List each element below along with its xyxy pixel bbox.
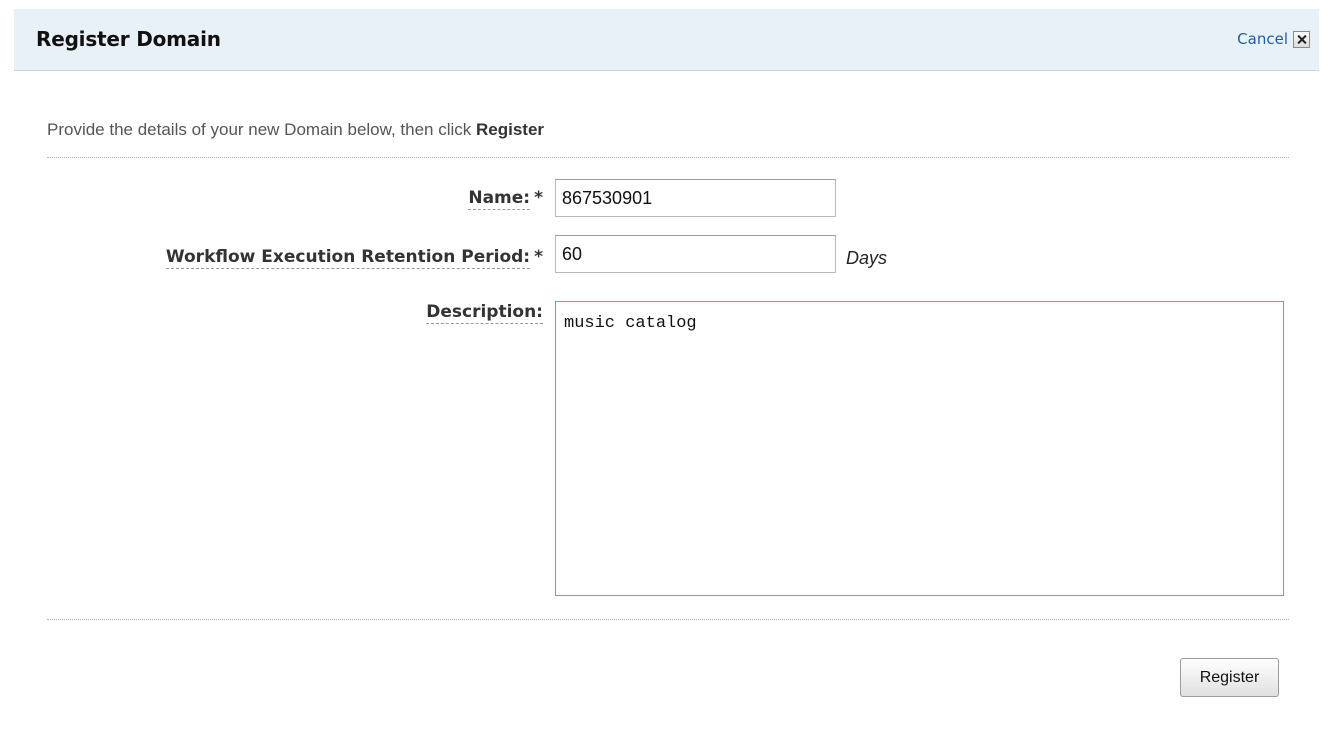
top-divider: [47, 157, 1289, 158]
description-textarea[interactable]: music catalog: [555, 301, 1284, 596]
register-domain-dialog: Register Domain Cancel Provide the detai…: [0, 0, 1333, 732]
instructions-prefix: Provide the details of your new Domain b…: [47, 120, 477, 139]
retention-label: Workflow Execution Retention Period: *: [165, 247, 543, 269]
instructions-text: Provide the details of your new Domain b…: [47, 120, 544, 140]
retention-required-mark: *: [534, 247, 543, 267]
name-label: Name: *: [468, 188, 543, 210]
dialog-header: Register Domain Cancel: [14, 9, 1319, 71]
retention-input[interactable]: 60: [555, 235, 836, 273]
close-icon[interactable]: [1293, 30, 1310, 48]
bottom-divider: [47, 619, 1289, 620]
name-input[interactable]: 867530901: [555, 179, 836, 217]
description-label: Description:: [426, 302, 543, 324]
name-label-text: Name:: [468, 188, 531, 210]
register-button[interactable]: Register: [1180, 658, 1279, 697]
dialog-title: Register Domain: [36, 27, 221, 51]
cancel-link[interactable]: Cancel: [1237, 30, 1288, 48]
retention-unit-label: Days: [846, 248, 888, 268]
cancel-control: Cancel: [1237, 30, 1310, 48]
name-required-mark: *: [534, 188, 543, 208]
instructions-action: Register: [476, 120, 545, 139]
description-label-text: Description:: [426, 302, 543, 324]
retention-label-text: Workflow Execution Retention Period:: [165, 247, 531, 269]
